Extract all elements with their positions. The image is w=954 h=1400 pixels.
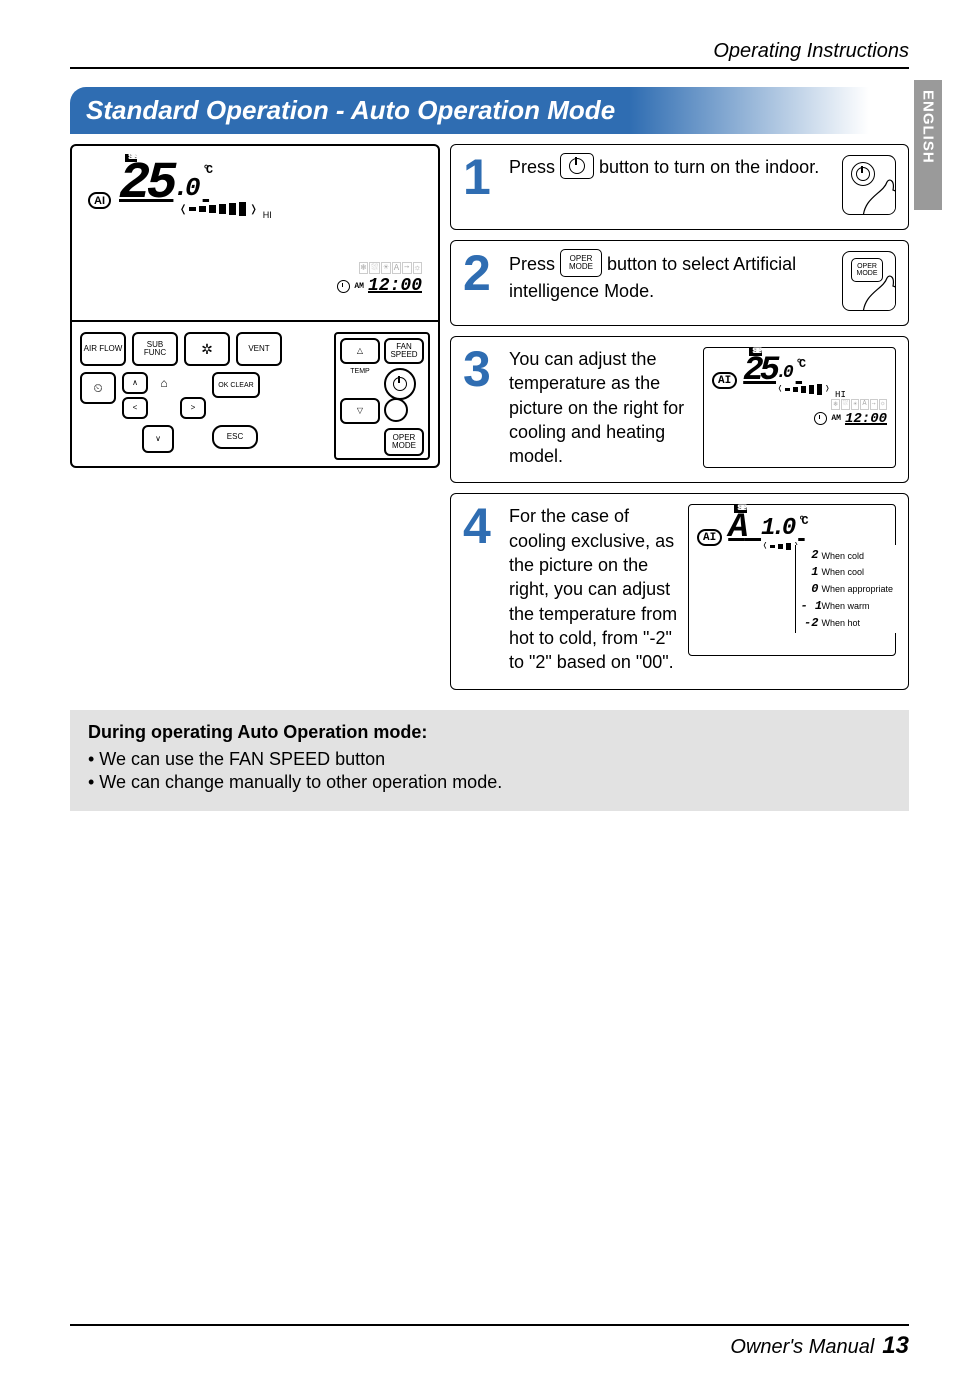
info-heading: During operating Auto Operation mode: bbox=[88, 722, 891, 743]
remote-buttons: AIR FLOW SUB FUNC ✲ VENT ⏲ ∧ ⌂ < bbox=[72, 320, 438, 466]
clock-icon bbox=[814, 412, 827, 425]
ai-icon: AI bbox=[697, 529, 722, 546]
nav-up-button[interactable]: ∧ bbox=[122, 372, 148, 394]
section-title: Standard Operation - Auto Operation Mode bbox=[70, 87, 869, 134]
hand-icon bbox=[853, 268, 896, 311]
step-2: 2 Press OPER MODE button to select Artif… bbox=[450, 240, 909, 326]
ok-clear-button[interactable]: OK CLEAR bbox=[212, 372, 260, 398]
power-icon bbox=[560, 153, 594, 179]
nav-down-button[interactable]: ∨ bbox=[142, 425, 174, 453]
step-1: 1 Press button to turn on the indoor. bbox=[450, 144, 909, 230]
power-button[interactable] bbox=[384, 368, 416, 400]
fan-speed-indicator: ❬ ❭ HI bbox=[179, 202, 272, 216]
air-flow-button[interactable]: AIR FLOW bbox=[80, 332, 126, 366]
step-number: 2 bbox=[463, 251, 499, 311]
step-text: Press OPER MODE button to select Artific… bbox=[509, 251, 832, 311]
press-illustration: OPER MODE bbox=[842, 251, 896, 311]
display-clock: ❄⛆☀A➙☼ bbox=[88, 262, 422, 274]
right-button-cluster: △ FAN SPEED TEMP ▽ OPER MODE bbox=[334, 332, 430, 460]
step-text: For the case of cooling exclusive, as th… bbox=[509, 504, 678, 674]
step-number: 1 bbox=[463, 155, 499, 215]
step-text: You can adjust the temperature as the pi… bbox=[509, 347, 693, 468]
step-4: 4 For the case of cooling exclusive, as … bbox=[450, 493, 909, 689]
step-number: 3 bbox=[463, 347, 499, 468]
info-bullet: • We can change manually to other operat… bbox=[88, 772, 891, 793]
ai-icon: AI bbox=[88, 192, 111, 209]
hand-icon bbox=[853, 172, 896, 215]
page-number: 13 bbox=[882, 1332, 909, 1360]
step-number: 4 bbox=[463, 504, 499, 674]
timer-button[interactable]: ⏲ bbox=[80, 372, 116, 404]
language-tab: ENGLISH bbox=[914, 80, 942, 210]
remote-illustration: AI SET TEMP 25.0°C ❬ ❭ bbox=[70, 144, 440, 468]
lcd-example-cooling-only: AI SET TEMP A 1.0°C ❬ ❭ HI bbox=[688, 504, 896, 656]
display-temperature: SET TEMP 25.0°C bbox=[743, 354, 846, 384]
clock-icon bbox=[337, 280, 350, 293]
temp-label: TEMP bbox=[340, 368, 380, 394]
lcd-example-cooling-heating: AI SET TEMP 25.0°C ❬ ❭ bbox=[703, 347, 896, 468]
remote-lcd: AI SET TEMP 25.0°C ❬ ❭ bbox=[78, 152, 432, 314]
info-bullet: • We can use the FAN SPEED button bbox=[88, 749, 891, 770]
fan-speed-button[interactable]: FAN SPEED bbox=[384, 338, 424, 364]
nav-left-button[interactable]: < bbox=[122, 397, 148, 419]
settings-button[interactable]: ✲ bbox=[184, 332, 230, 366]
nav-right-button[interactable]: > bbox=[180, 397, 206, 419]
oper-mode-button[interactable]: OPER MODE bbox=[384, 428, 424, 456]
oper-mode-icon: OPER MODE bbox=[560, 249, 602, 277]
temp-down-button[interactable]: ▽ bbox=[340, 398, 380, 424]
page-footer: Owner's Manual 13 bbox=[70, 1324, 909, 1360]
ai-icon: AI bbox=[712, 372, 737, 389]
temp-up-button[interactable]: △ bbox=[340, 338, 380, 364]
display-value: SET TEMP A 1.0°C bbox=[728, 511, 815, 541]
temperature-legend: 2When cold 1When cool 0When appropriate … bbox=[795, 545, 897, 633]
reset-button[interactable] bbox=[384, 398, 408, 422]
footer-label: Owner's Manual bbox=[730, 1336, 874, 1359]
esc-button[interactable]: ESC bbox=[212, 425, 258, 449]
sub-func-button[interactable]: SUB FUNC bbox=[132, 332, 178, 366]
page-header: Operating Instructions bbox=[713, 40, 909, 63]
press-illustration bbox=[842, 155, 896, 215]
vent-button[interactable]: VENT bbox=[236, 332, 282, 366]
step-text: Press button to turn on the indoor. bbox=[509, 155, 832, 215]
info-panel: During operating Auto Operation mode: • … bbox=[70, 710, 909, 811]
step-3: 3 You can adjust the temperature as the … bbox=[450, 336, 909, 483]
display-temperature: SET TEMP 25.0°C bbox=[119, 160, 272, 202]
home-icon: ⌂ bbox=[151, 372, 177, 394]
